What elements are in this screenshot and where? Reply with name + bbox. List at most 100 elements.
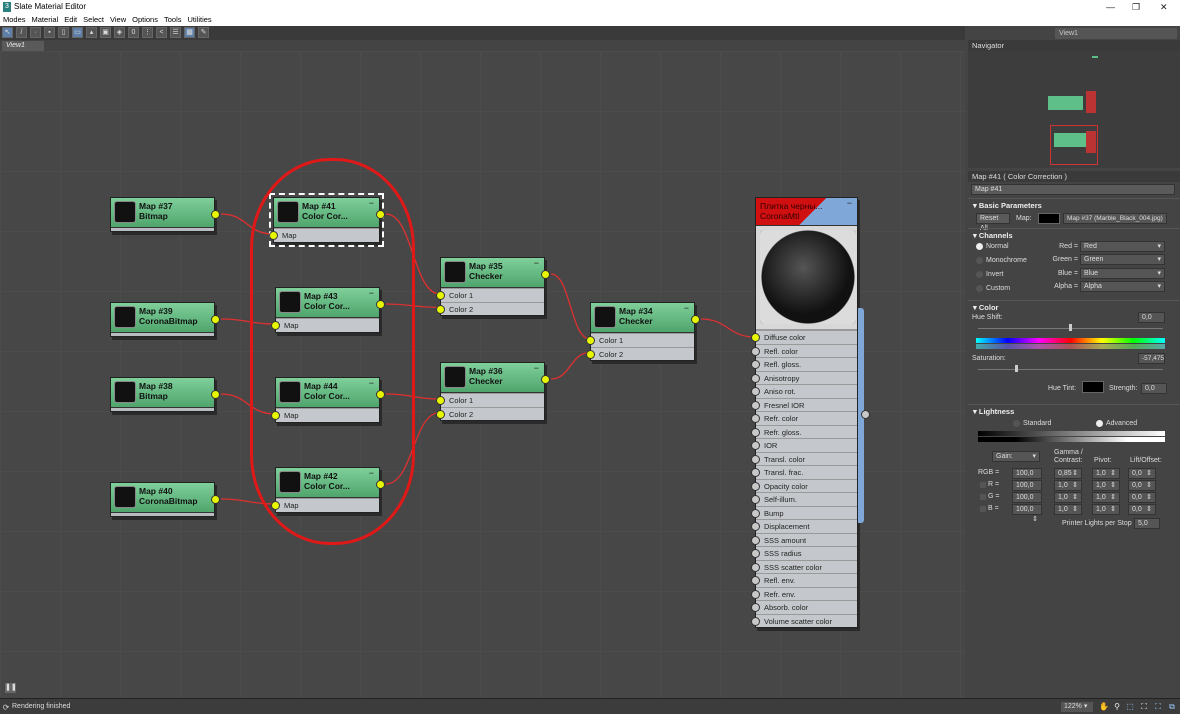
gamma-spinner[interactable]: 1,0 ⇕ bbox=[1054, 480, 1082, 491]
layout-icon[interactable]: ⋮ bbox=[142, 27, 153, 38]
delete-icon[interactable]: ▯ bbox=[58, 27, 69, 38]
input-socket[interactable] bbox=[586, 336, 595, 345]
menu-modes[interactable]: Modes bbox=[0, 14, 29, 26]
printer-lights-field[interactable]: 5,0 bbox=[1134, 518, 1160, 529]
output-socket[interactable] bbox=[211, 315, 220, 324]
material-slot[interactable]: Refl. gloss. bbox=[751, 357, 857, 371]
assign-material-icon[interactable]: ▪ bbox=[44, 27, 55, 38]
show-map-icon[interactable]: ▣ bbox=[100, 27, 111, 38]
material-slot[interactable]: Bump bbox=[751, 505, 857, 519]
material-node[interactable]: Плитка черны... CoronaMtl − Diffuse color R… bbox=[751, 197, 870, 628]
output-socket[interactable] bbox=[691, 315, 700, 324]
eyedropper-icon[interactable]: / bbox=[16, 27, 27, 38]
input-socket[interactable] bbox=[751, 481, 760, 491]
pivot-spinner[interactable]: 1,0 ⇕ bbox=[1092, 504, 1120, 515]
view-selector[interactable]: View1 bbox=[1055, 28, 1177, 39]
wire[interactable] bbox=[550, 351, 591, 380]
hue-shift-handle[interactable] bbox=[1069, 324, 1072, 331]
input-slot[interactable]: Color 2 bbox=[586, 346, 694, 360]
zoom-dropdown[interactable]: 122% ▾ bbox=[1061, 702, 1093, 712]
navigator[interactable] bbox=[968, 51, 1180, 168]
material-slot[interactable]: IOR bbox=[751, 438, 857, 452]
material-slot[interactable]: Diffuse color bbox=[751, 330, 857, 344]
green-channel-dropdown[interactable]: Green ▾ bbox=[1080, 254, 1165, 265]
menu-edit[interactable]: Edit bbox=[61, 14, 80, 26]
gain-spinner[interactable]: 100,0⇕ bbox=[1012, 492, 1042, 511]
gain-spinner[interactable]: 100,0⇕ bbox=[1012, 504, 1042, 523]
maximize-button[interactable]: ❐ bbox=[1132, 0, 1140, 14]
input-socket[interactable] bbox=[436, 304, 445, 314]
output-socket[interactable] bbox=[211, 495, 220, 504]
input-slot[interactable]: Color 2 bbox=[436, 301, 544, 315]
node-map34[interactable]: Map #34 Checker − Color 1 Color 2 bbox=[586, 302, 700, 361]
material-slot[interactable]: Anisotropy bbox=[751, 370, 857, 384]
material-slot[interactable]: Transl. color bbox=[751, 451, 857, 465]
minimize-node-icon[interactable]: − bbox=[534, 363, 539, 373]
menu-select[interactable]: Select bbox=[80, 14, 107, 26]
input-socket[interactable] bbox=[751, 387, 760, 396]
material-slot[interactable]: SSS scatter color bbox=[751, 559, 857, 573]
lift-spinner[interactable]: 0,0 ⇕ bbox=[1128, 492, 1156, 503]
radio-monochrome[interactable] bbox=[976, 257, 983, 264]
map-swatch[interactable] bbox=[1038, 213, 1060, 224]
pivot-spinner[interactable]: 1,0 ⇕ bbox=[1092, 492, 1120, 503]
output-socket[interactable] bbox=[541, 375, 550, 384]
hue-tint-swatch[interactable] bbox=[1082, 381, 1104, 393]
material-slot[interactable]: Aniso rot. bbox=[751, 384, 857, 398]
material-map-browser-icon[interactable]: ☰ bbox=[170, 27, 181, 38]
output-socket[interactable] bbox=[211, 390, 220, 399]
input-socket[interactable] bbox=[751, 562, 760, 572]
map-button[interactable]: Map #37 (Marble_Black_004.jpg) bbox=[1063, 213, 1167, 224]
gamma-spinner[interactable]: 0,85 ⇕ bbox=[1054, 468, 1082, 479]
zoom-extents-selected-icon[interactable]: ⛶ bbox=[1153, 702, 1163, 712]
channel-checkbox[interactable] bbox=[980, 494, 986, 500]
map-name-field[interactable]: Map #41 bbox=[971, 184, 1175, 195]
tab-view1[interactable]: View1 bbox=[2, 41, 44, 51]
radio-standard[interactable] bbox=[1013, 420, 1020, 427]
menu-material[interactable]: Material bbox=[29, 14, 62, 26]
input-socket[interactable] bbox=[751, 603, 760, 612]
zoom-icon[interactable]: ⚲ bbox=[1112, 702, 1122, 712]
input-socket[interactable] bbox=[751, 441, 760, 450]
input-slot[interactable]: Color 1 bbox=[436, 393, 544, 407]
saturation-field[interactable]: -57,475 bbox=[1138, 353, 1165, 364]
radio-advanced[interactable] bbox=[1096, 420, 1103, 427]
input-socket[interactable] bbox=[586, 349, 595, 359]
input-socket[interactable] bbox=[751, 535, 760, 545]
material-slot[interactable]: Absorb. color bbox=[751, 600, 857, 614]
input-socket[interactable] bbox=[751, 468, 760, 477]
radio-custom[interactable] bbox=[976, 285, 983, 292]
move-children-icon[interactable]: ▭ bbox=[72, 27, 83, 38]
input-slot[interactable]: Color 1 bbox=[436, 288, 544, 302]
lift-spinner[interactable]: 0,0 ⇕ bbox=[1128, 480, 1156, 491]
pause-icon[interactable]: ❚❚ bbox=[5, 683, 17, 693]
blue-channel-dropdown[interactable]: Blue ▾ bbox=[1080, 268, 1165, 279]
menu-view[interactable]: View bbox=[107, 14, 129, 26]
input-socket[interactable] bbox=[751, 333, 760, 342]
output-socket[interactable] bbox=[211, 210, 220, 219]
material-output-socket[interactable] bbox=[861, 410, 870, 419]
show-background-icon[interactable]: ◈ bbox=[114, 27, 125, 38]
node-map37[interactable]: Map #37 Bitmap bbox=[110, 197, 220, 232]
output-socket[interactable] bbox=[541, 270, 550, 279]
input-slot[interactable]: Color 1 bbox=[586, 333, 694, 347]
saturation-handle[interactable] bbox=[1015, 365, 1018, 372]
put-to-scene-icon[interactable]: · bbox=[30, 27, 41, 38]
input-socket[interactable] bbox=[751, 346, 760, 356]
node-map35[interactable]: Map #35 Checker − Color 1 Color 2 bbox=[436, 257, 550, 316]
gamma-spinner[interactable]: 1,0 ⇕ bbox=[1054, 504, 1082, 515]
radio-invert[interactable] bbox=[976, 271, 983, 278]
pivot-spinner[interactable]: 1,0 ⇕ bbox=[1092, 480, 1120, 491]
material-slot[interactable]: SSS amount bbox=[751, 532, 857, 546]
select-tool-icon[interactable]: ↖ bbox=[2, 27, 13, 38]
input-socket[interactable] bbox=[751, 495, 760, 504]
red-channel-dropdown[interactable]: Red ▾ bbox=[1080, 241, 1165, 252]
parameter-editor-icon[interactable]: ▦ bbox=[184, 27, 195, 38]
material-slot[interactable]: Refr. env. bbox=[751, 586, 857, 600]
radio-normal[interactable] bbox=[976, 243, 983, 250]
input-socket[interactable] bbox=[751, 616, 760, 626]
lift-spinner[interactable]: 0,0 ⇕ bbox=[1128, 504, 1156, 515]
channel-checkbox[interactable] bbox=[980, 482, 986, 488]
minimize-button[interactable]: — bbox=[1106, 0, 1115, 14]
preview-icon[interactable]: 0 bbox=[128, 27, 139, 38]
